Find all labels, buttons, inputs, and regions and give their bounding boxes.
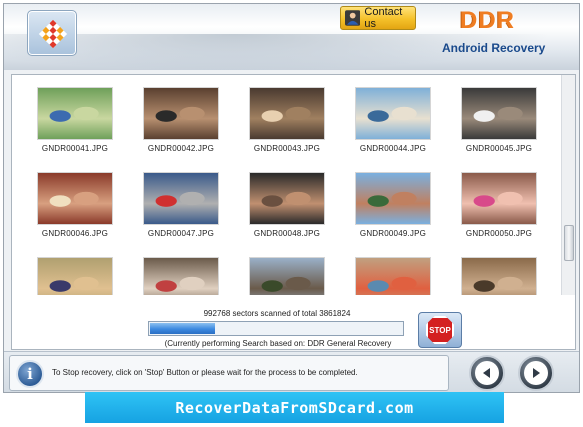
file-thumbnail[interactable]: GNDR00049.JPG xyxy=(339,160,439,244)
file-name-label: GNDR00044.JPG xyxy=(359,144,427,153)
stop-sign-icon: STOP xyxy=(426,316,454,344)
info-icon: i xyxy=(16,360,44,388)
scrollbar-thumb[interactable] xyxy=(564,225,574,261)
file-thumbnail[interactable]: GNDR00045.JPG xyxy=(445,75,545,159)
contact-us-label: Contact us xyxy=(364,6,403,30)
file-name-label: GNDR00048.JPG xyxy=(253,229,321,238)
next-arrow-icon xyxy=(524,361,548,385)
file-name-label: GNDR00041.JPG xyxy=(41,144,109,153)
sectors-scanned-text: 992768 sectors scanned of total 3861824 xyxy=(203,309,351,318)
photo-preview xyxy=(461,172,537,225)
file-thumbnail[interactable]: GNDR00042.JPG xyxy=(127,75,227,159)
file-name-label: GNDR00043.JPG xyxy=(253,144,321,153)
vertical-scrollbar[interactable] xyxy=(561,75,575,295)
thumbnail-grid: GNDR00041.JPG GNDR00042.JPG GNDR00043.JPG G… xyxy=(12,75,560,310)
scan-progress-fill xyxy=(150,323,215,334)
search-status-text: (Currently performing Search based on: D… xyxy=(164,339,392,349)
file-name-label: GNDR00046.JPG xyxy=(41,229,109,238)
photo-preview xyxy=(37,87,113,140)
photo-preview xyxy=(143,172,219,225)
recovered-files-panel: GNDR00041.JPG GNDR00042.JPG GNDR00043.JPG G… xyxy=(11,74,576,350)
person-icon xyxy=(345,10,361,26)
file-name-label: GNDR00047.JPG xyxy=(147,229,215,238)
photo-preview xyxy=(355,87,431,140)
stop-label: STOP xyxy=(429,325,451,335)
scan-progress-bar xyxy=(148,321,404,336)
back-button[interactable] xyxy=(469,355,505,391)
file-name-label: GNDR00042.JPG xyxy=(147,144,215,153)
info-bar: i To Stop recovery, click on 'Stop' Butt… xyxy=(9,355,449,391)
photo-preview xyxy=(37,172,113,225)
file-thumbnail[interactable]: GNDR00043.JPG xyxy=(233,75,333,159)
checker-logo-icon xyxy=(38,19,68,49)
photo-preview xyxy=(249,87,325,140)
footer: i To Stop recovery, click on 'Stop' Butt… xyxy=(4,351,579,392)
file-name-label: GNDR00049.JPG xyxy=(359,229,427,238)
photo-preview xyxy=(461,87,537,140)
website-url: RecoverDataFromSDcard.com xyxy=(175,398,414,417)
app-window: Contact us DDR Android Recovery GNDR0004… xyxy=(3,3,580,393)
file-thumbnail[interactable]: GNDR00050.JPG xyxy=(445,160,545,244)
file-name-label: GNDR00045.JPG xyxy=(465,144,533,153)
contact-us-button[interactable]: Contact us xyxy=(340,6,416,30)
progress-area: 992768 sectors scanned of total 3861824 … xyxy=(12,295,575,349)
app-logo xyxy=(27,10,77,56)
file-name-label: GNDR00050.JPG xyxy=(465,229,533,238)
back-arrow-icon xyxy=(475,361,499,385)
file-thumbnail[interactable]: GNDR00047.JPG xyxy=(127,160,227,244)
file-thumbnail[interactable]: GNDR00041.JPG xyxy=(21,75,121,159)
file-thumbnail[interactable]: GNDR00044.JPG xyxy=(339,75,439,159)
photo-preview xyxy=(143,87,219,140)
header: Contact us DDR Android Recovery xyxy=(4,4,579,70)
website-banner: RecoverDataFromSDcard.com xyxy=(85,392,504,423)
next-button[interactable] xyxy=(518,355,554,391)
file-thumbnail[interactable]: GNDR00048.JPG xyxy=(233,160,333,244)
stop-button[interactable]: STOP xyxy=(418,312,462,348)
info-message: To Stop recovery, click on 'Stop' Button… xyxy=(52,368,358,377)
photo-preview xyxy=(355,172,431,225)
photo-preview xyxy=(249,172,325,225)
file-thumbnail[interactable]: GNDR00046.JPG xyxy=(21,160,121,244)
product-name: Android Recovery xyxy=(442,41,546,55)
brand-name: DDR xyxy=(460,7,515,34)
